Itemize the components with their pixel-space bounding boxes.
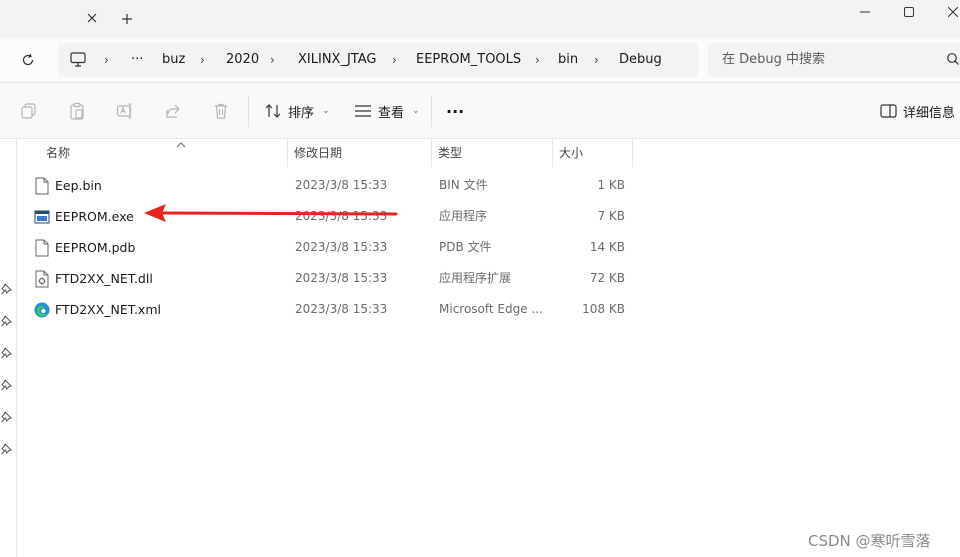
file-modified: 2023/3/8 15:33 bbox=[295, 302, 388, 316]
column-header-modified[interactable]: 修改日期 bbox=[294, 139, 342, 167]
column-divider[interactable] bbox=[552, 139, 553, 167]
more-options-button[interactable]: ··· bbox=[446, 97, 464, 125]
sort-ascending-icon bbox=[176, 137, 186, 152]
explorer-tab[interactable] bbox=[8, 0, 108, 38]
sort-button[interactable]: 排序 ⌄ bbox=[264, 97, 330, 125]
close-tab-icon[interactable] bbox=[84, 10, 100, 26]
delete-icon[interactable] bbox=[210, 100, 232, 122]
toolbar-divider bbox=[248, 95, 249, 127]
pin-icon[interactable] bbox=[0, 315, 12, 327]
copy-icon[interactable] bbox=[18, 100, 40, 122]
column-header-type[interactable]: 类型 bbox=[438, 139, 462, 167]
refresh-button[interactable] bbox=[16, 50, 40, 70]
breadcrumb-item-current[interactable]: Debug bbox=[619, 43, 662, 77]
file-name[interactable]: FTD2XX_NET.dll bbox=[55, 263, 153, 294]
pin-icon[interactable] bbox=[0, 283, 12, 295]
pin-icon[interactable] bbox=[0, 443, 12, 455]
sort-label: 排序 bbox=[288, 105, 315, 121]
file-list-pane: 名称 修改日期 类型 大小 Eep.bin 2023/3/8 15:33 BIN… bbox=[0, 139, 960, 557]
title-bar bbox=[0, 0, 960, 38]
toolbar-divider bbox=[431, 95, 432, 127]
navigation-pane-edge bbox=[0, 139, 17, 557]
search-box[interactable]: 在 Debug 中搜索 bbox=[708, 43, 960, 77]
file-row[interactable]: EEPROM.pdb 2023/3/8 15:33 PDB 文件 14 KB bbox=[16, 232, 960, 263]
file-name[interactable]: FTD2XX_NET.xml bbox=[55, 294, 161, 325]
command-bar: 排序 ⌄ 查看 ⌄ ··· 详细信息 bbox=[0, 83, 960, 139]
file-type: Microsoft Edge ... bbox=[439, 302, 543, 316]
column-divider[interactable] bbox=[632, 139, 633, 167]
file-size: 72 KB bbox=[589, 271, 625, 285]
file-name[interactable]: Eep.bin bbox=[55, 170, 102, 201]
breadcrumb-item[interactable]: buz bbox=[162, 43, 185, 77]
file-type: 应用程序扩展 bbox=[439, 271, 512, 285]
file-size: 14 KB bbox=[589, 240, 625, 254]
pin-icon[interactable] bbox=[0, 379, 12, 391]
file-modified: 2023/3/8 15:33 bbox=[295, 240, 388, 254]
view-label: 查看 bbox=[378, 105, 405, 121]
file-type: BIN 文件 bbox=[439, 178, 488, 192]
breadcrumb-item[interactable]: XILINX_JTAG bbox=[298, 43, 376, 77]
column-header-size[interactable]: 大小 bbox=[559, 139, 583, 167]
file-type: 应用程序 bbox=[439, 209, 488, 223]
maximize-button[interactable] bbox=[886, 0, 932, 24]
new-tab-button[interactable] bbox=[118, 10, 136, 28]
file-modified: 2023/3/8 15:33 bbox=[295, 271, 388, 285]
file-row[interactable]: EEPROM.exe 2023/3/8 15:33 应用程序 7 KB bbox=[16, 201, 960, 232]
view-icon bbox=[355, 105, 371, 117]
this-pc-icon[interactable] bbox=[70, 52, 86, 71]
column-header-row: 名称 修改日期 类型 大小 bbox=[16, 139, 960, 167]
chevron-right-icon[interactable]: › bbox=[200, 43, 205, 77]
pin-icon[interactable] bbox=[0, 411, 12, 423]
file-size: 7 KB bbox=[597, 209, 625, 223]
file-type: PDB 文件 bbox=[439, 240, 492, 254]
chevron-down-icon: ⌄ bbox=[412, 106, 420, 116]
details-pane-button[interactable]: 详细信息 bbox=[880, 97, 955, 125]
search-icon[interactable] bbox=[946, 52, 960, 70]
file-size: 1 KB bbox=[597, 178, 625, 192]
file-modified: 2023/3/8 15:33 bbox=[295, 209, 388, 223]
edge-icon bbox=[34, 302, 50, 318]
details-pane-icon bbox=[880, 104, 897, 118]
column-divider[interactable] bbox=[287, 139, 288, 167]
breadcrumb[interactable]: › ··· buz › 2020 › XILINX_JTAG › EEPROM_… bbox=[58, 43, 698, 77]
close-window-button[interactable] bbox=[930, 0, 960, 24]
share-icon[interactable] bbox=[162, 100, 184, 122]
minimize-button[interactable] bbox=[842, 0, 888, 24]
file-icon bbox=[35, 239, 49, 257]
file-row[interactable]: Eep.bin 2023/3/8 15:33 BIN 文件 1 KB bbox=[16, 170, 960, 201]
file-modified: 2023/3/8 15:33 bbox=[295, 178, 388, 192]
chevron-right-icon[interactable]: › bbox=[594, 43, 599, 77]
file-name[interactable]: EEPROM.pdb bbox=[55, 232, 135, 263]
chevron-right-icon[interactable]: › bbox=[104, 43, 109, 77]
refresh-icon bbox=[22, 53, 34, 66]
search-input[interactable]: 在 Debug 中搜索 bbox=[722, 43, 825, 77]
breadcrumb-item[interactable]: 2020 bbox=[226, 43, 259, 77]
breadcrumb-item[interactable]: EEPROM_TOOLS bbox=[416, 43, 521, 77]
watermark: CSDN @寒听雪落 bbox=[808, 532, 931, 550]
rename-icon[interactable] bbox=[114, 100, 136, 122]
breadcrumb-overflow[interactable]: ··· bbox=[131, 43, 143, 77]
column-divider[interactable] bbox=[431, 139, 432, 167]
column-header-name[interactable]: 名称 bbox=[46, 139, 70, 167]
address-bar: › ··· buz › 2020 › XILINX_JTAG › EEPROM_… bbox=[0, 38, 960, 83]
sort-icon bbox=[265, 104, 281, 118]
file-icon bbox=[35, 177, 49, 195]
breadcrumb-item[interactable]: bin bbox=[558, 43, 578, 77]
dll-icon bbox=[35, 270, 49, 288]
file-name[interactable]: EEPROM.exe bbox=[55, 201, 134, 232]
exe-icon bbox=[34, 210, 50, 224]
paste-icon[interactable] bbox=[66, 100, 88, 122]
chevron-right-icon[interactable]: › bbox=[535, 43, 540, 77]
chevron-right-icon[interactable]: › bbox=[392, 43, 397, 77]
details-label: 详细信息 bbox=[903, 105, 956, 121]
file-row[interactable]: FTD2XX_NET.dll 2023/3/8 15:33 应用程序扩展 72 … bbox=[16, 263, 960, 294]
file-row[interactable]: FTD2XX_NET.xml 2023/3/8 15:33 Microsoft … bbox=[16, 294, 960, 325]
file-size: 108 KB bbox=[582, 302, 625, 316]
chevron-down-icon: ⌄ bbox=[322, 106, 330, 116]
chevron-right-icon[interactable]: › bbox=[270, 43, 275, 77]
view-button[interactable]: 查看 ⌄ bbox=[354, 97, 420, 125]
pin-icon[interactable] bbox=[0, 347, 12, 359]
